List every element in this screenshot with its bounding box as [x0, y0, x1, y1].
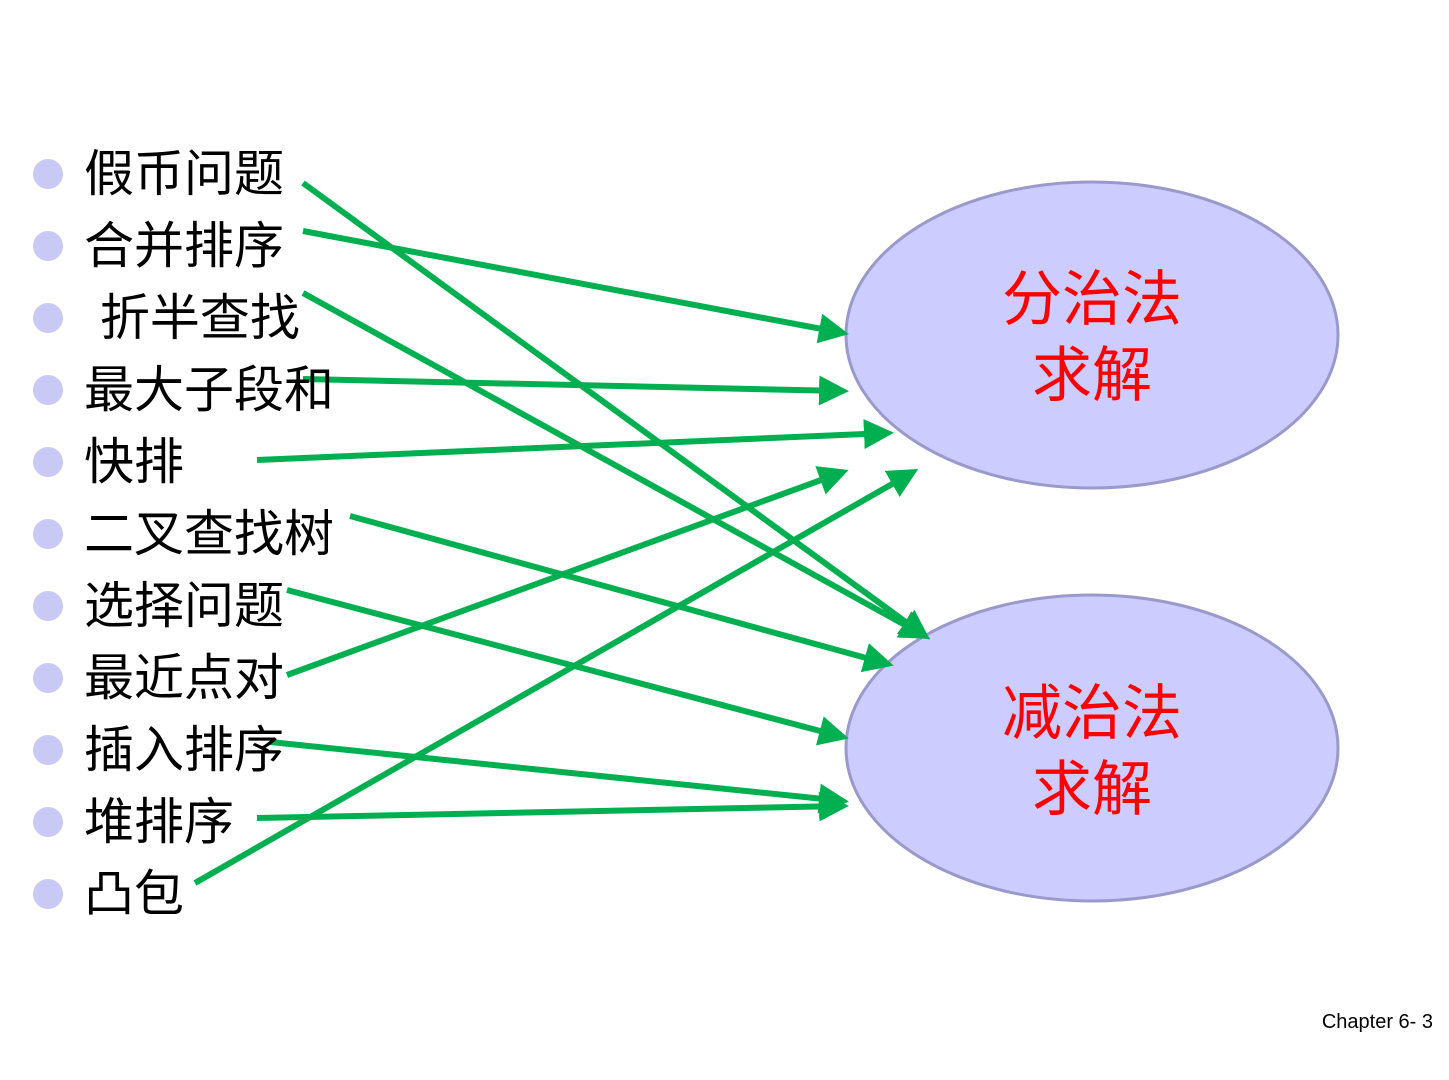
divide-conquer-line2: 求解	[1032, 341, 1152, 411]
item-label: 假币问题	[84, 145, 284, 203]
item-label: 选择问题	[84, 577, 284, 635]
divide-conquer-label: 分治法 求解	[942, 262, 1242, 414]
item-label: 二叉查找树	[84, 505, 334, 563]
item-label: 合并排序	[84, 217, 284, 275]
bullet-icon	[33, 159, 63, 189]
bullet-icon	[33, 879, 63, 909]
mapping-arrow	[286, 587, 849, 746]
divide-conquer-line1: 分治法	[1002, 265, 1182, 335]
mapping-arrow	[256, 791, 849, 822]
decrease-conquer-line2: 求解	[1032, 755, 1152, 825]
mapping-arrow	[285, 466, 849, 678]
item-label: 折半查找	[84, 289, 300, 347]
bullet-icon	[33, 807, 63, 837]
item-label: 堆排序	[84, 793, 234, 851]
item-label: 最近点对	[84, 649, 284, 707]
mapping-arrow	[302, 228, 849, 344]
bullet-icon	[33, 663, 63, 693]
item-label: 凸包	[84, 865, 184, 923]
bullet-icon	[33, 519, 63, 549]
bullet-icon	[33, 303, 63, 333]
bullet-icon	[33, 735, 63, 765]
bullet-icon	[33, 231, 63, 261]
mapping-arrow	[256, 419, 894, 463]
bullet-icon	[33, 375, 63, 405]
slide-footer: Chapter 6- 3	[1321, 1011, 1433, 1033]
item-label: 最大子段和	[84, 361, 334, 419]
bullet-icon	[33, 447, 63, 477]
item-label: 插入排序	[84, 721, 284, 779]
decrease-conquer-label: 减治法 求解	[942, 676, 1242, 828]
decrease-conquer-line1: 减治法	[1002, 679, 1182, 749]
item-label: 快排	[84, 433, 184, 491]
bullet-icon	[33, 591, 63, 621]
mapping-arrow	[301, 290, 931, 639]
